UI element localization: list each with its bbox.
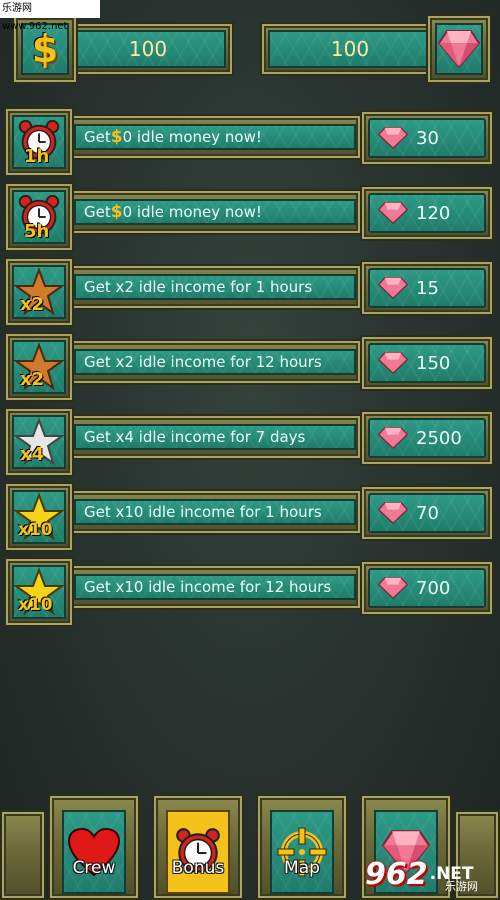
offer-row[interactable]: x2 Get x2 idle income for 1 hours 15: [0, 250, 500, 327]
gem-icon: [378, 277, 408, 299]
price-value: 15: [416, 277, 439, 299]
watermark: 乐游网 www.962.net: [0, 0, 100, 32]
offer-label: Get x2 idle income for 1 hours: [74, 274, 356, 300]
offer-bar: Get x2 idle income for 12 hours: [62, 339, 362, 385]
offer-label: Get x2 idle income for 12 hours: [74, 349, 356, 375]
buy-button[interactable]: 15: [360, 260, 494, 316]
gem-icon: [378, 202, 408, 224]
offer-bar: Get x10 idle income for 12 hours: [62, 564, 362, 610]
offer-row[interactable]: 5h Get $0 idle money now! 120: [0, 175, 500, 252]
offer-icon-box: x10: [4, 482, 74, 552]
alarm-clock-icon: 1h: [12, 115, 66, 169]
offer-bar: Get $0 idle money now!: [62, 189, 362, 235]
gem-rail: 100: [260, 22, 440, 76]
offer-row[interactable]: x10 Get x10 idle income for 1 hours 70: [0, 475, 500, 552]
gem-icon: [378, 352, 408, 374]
price-value: 30: [416, 127, 439, 149]
offer-bar: Get x2 idle income for 1 hours: [62, 264, 362, 310]
price-value: 700: [416, 577, 451, 599]
offer-label: Get x10 idle income for 12 hours: [74, 574, 356, 600]
alarm-clock-icon: [166, 810, 230, 894]
offer-label: Get $0 idle money now!: [74, 124, 356, 150]
offer-icon-box: x10: [4, 557, 74, 627]
price-value: 150: [416, 352, 451, 374]
silver-star-icon: x4: [12, 415, 66, 469]
buy-button[interactable]: 2500: [360, 410, 494, 466]
gold-star-icon: x10: [12, 490, 66, 544]
logo-number: 962: [365, 856, 428, 892]
offer-icon-box: x4: [4, 407, 74, 477]
gem-icon: [378, 427, 408, 449]
nav-bonus-label: Bonus: [171, 858, 225, 878]
gem-icon: [435, 23, 483, 75]
gem-counter: 100: [260, 14, 492, 84]
bronze-star-icon: x2: [12, 340, 66, 394]
gem-badge: [426, 14, 492, 84]
offer-bar: Get $0 idle money now!: [62, 114, 362, 160]
nav-bonus-button[interactable]: Bonus: [152, 794, 244, 900]
dollar-icon: $: [110, 202, 123, 222]
gold-star-icon: x10: [12, 565, 66, 619]
offer-row[interactable]: x4 Get x4 idle income for 7 days 2500: [0, 400, 500, 477]
price-value: 2500: [416, 427, 462, 449]
offer-label: Get $0 idle money now!: [74, 199, 356, 225]
gem-icon: [378, 502, 408, 524]
offer-bar: Get x10 idle income for 1 hours: [62, 489, 362, 535]
offer-row[interactable]: x2 Get x2 idle income for 12 hours 150: [0, 325, 500, 402]
offer-row[interactable]: 1h Get $0 idle money now! 30: [0, 100, 500, 177]
offer-icon-box: x2: [4, 257, 74, 327]
price-value: 120: [416, 202, 451, 224]
site-logo: 962 .NET 乐游网: [365, 848, 500, 900]
offer-icon-box: 5h: [4, 182, 74, 252]
offer-bar: Get x4 idle income for 7 days: [62, 414, 362, 460]
nav-crew-button[interactable]: Crew: [48, 794, 140, 900]
money-value: 100: [70, 30, 226, 68]
gem-value: 100: [268, 30, 432, 68]
offer-icon-box: x2: [4, 332, 74, 402]
price-value: 70: [416, 502, 439, 524]
alarm-clock-icon: 5h: [12, 190, 66, 244]
gem-icon: [378, 127, 408, 149]
nav-map-button[interactable]: Map: [256, 794, 348, 900]
buy-button[interactable]: 700: [360, 560, 494, 616]
nav-map-label: Map: [284, 858, 320, 878]
offer-list: 1h Get $0 idle money now! 30 5h Get $ 0 …: [0, 100, 500, 627]
buy-button[interactable]: 150: [360, 335, 494, 391]
bronze-star-icon: x2: [12, 265, 66, 319]
offer-row[interactable]: x10 Get x10 idle income for 12 hours 700: [0, 550, 500, 627]
logo-subtitle: 乐游网: [445, 880, 478, 893]
buy-button[interactable]: 70: [360, 485, 494, 541]
crosshair-map-icon: [270, 810, 334, 894]
offer-label: Get x10 idle income for 1 hours: [74, 499, 356, 525]
dollar-icon: $: [110, 127, 123, 147]
offer-label: Get x4 idle income for 7 days: [74, 424, 356, 450]
money-rail: 100: [62, 22, 234, 76]
buy-button[interactable]: 30: [360, 110, 494, 166]
gem-icon: [378, 577, 408, 599]
left-machine-decoration: [0, 810, 46, 900]
buy-button[interactable]: 120: [360, 185, 494, 241]
heart-icon: [62, 810, 126, 894]
nav-crew-label: Crew: [72, 858, 116, 878]
offer-icon-box: 1h: [4, 107, 74, 177]
